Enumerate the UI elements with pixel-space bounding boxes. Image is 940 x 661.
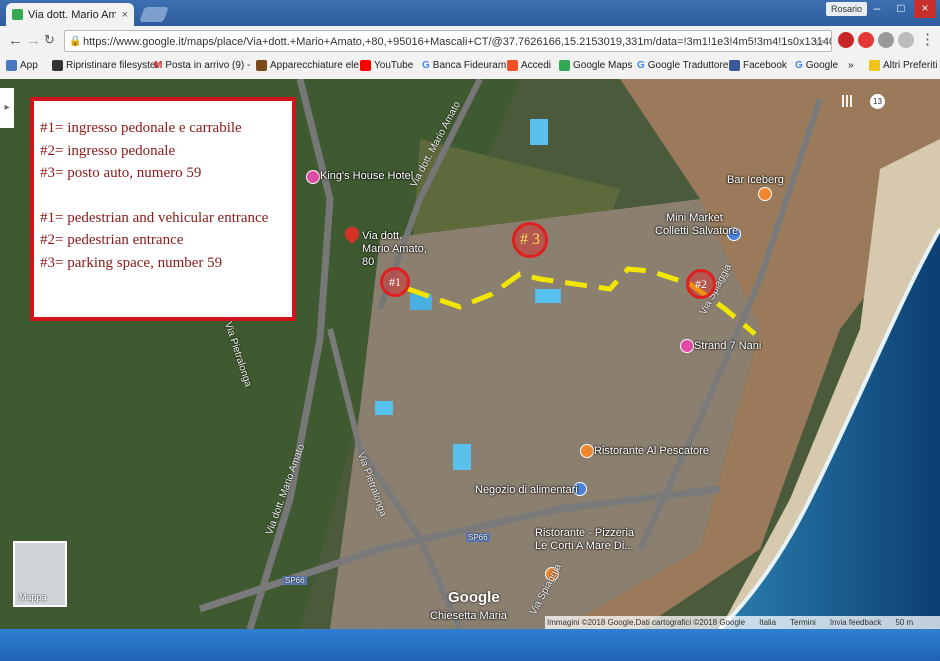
bookmark-item[interactable]: YouTube (360, 60, 413, 71)
bookmark-star-icon[interactable]: ☆ (813, 31, 825, 51)
marker-3: # 3 (512, 222, 548, 258)
user-profile-button[interactable]: Rosario (826, 2, 868, 16)
poi-pizzeria-line2[interactable]: Le Corti A Mare Di... (535, 540, 633, 552)
map-footer: Immagini ©2018 Google,Dati cartografici … (545, 616, 940, 629)
new-tab-button[interactable] (139, 7, 169, 22)
imagery-credit: Immagini ©2018 Google,Dati cartografici … (547, 618, 746, 627)
youtube-icon (360, 60, 371, 71)
google-g-icon: G (422, 60, 430, 71)
bookmark-item[interactable]: M Posta in arrivo (9) - (154, 60, 250, 71)
apps-grid-icon (6, 60, 17, 71)
road-badge: SP66 (283, 576, 307, 585)
bookmark-item[interactable]: Apparecchiature ele (256, 60, 359, 71)
forward-icon[interactable]: → (26, 32, 41, 49)
notification-badge[interactable]: 13 (870, 94, 885, 109)
bookmark-item[interactable]: Google Maps (559, 60, 632, 71)
bookmarks-bar: App Ripristinare filesyster M Posta in ar… (0, 56, 940, 80)
bookmark-icon (52, 60, 63, 71)
gmail-icon: M (154, 60, 163, 71)
reload-icon[interactable]: ↻ (44, 32, 55, 48)
bookmark-folder[interactable]: Altri Preferiti (869, 60, 937, 71)
windows-taskbar (0, 629, 940, 661)
strand-icon[interactable] (680, 339, 694, 353)
bookmark-icon (256, 60, 267, 71)
extension-icon[interactable] (838, 32, 854, 48)
legend-line: #1= pedestrian and vehicular entrance (40, 209, 269, 226)
browser-tab[interactable]: Via dott. Mario Amato, 80 × (6, 3, 134, 26)
bookmark-item[interactable]: G Banca Fideuram (422, 60, 506, 71)
menu-icon[interactable]: ⋮ (920, 30, 935, 48)
google-logo: Google (448, 589, 500, 606)
poi-chiesetta[interactable]: Chiesetta Maria (430, 610, 507, 622)
maps-icon (559, 60, 570, 71)
bar-icon[interactable] (758, 187, 772, 201)
map-type-toggle[interactable]: Mappa (13, 541, 67, 607)
google-g-icon: G (795, 60, 803, 71)
country-link[interactable]: Italia (759, 618, 776, 627)
back-icon[interactable]: ← (8, 32, 23, 49)
legend-line: #3= posto auto, numero 59 (40, 165, 202, 181)
legend-line: #3= parking space, number 59 (40, 254, 223, 271)
feedback-link[interactable]: Invia feedback (830, 618, 882, 627)
legend-line: #2= pedestrian entrance (40, 232, 184, 248)
bookmark-item[interactable]: Accedi (507, 60, 551, 71)
terms-link[interactable]: Termini (790, 618, 816, 627)
url-input[interactable]: 🔒 https://www.google.it/maps/place/Via+d… (64, 30, 832, 52)
bookmark-item[interactable]: G Google Traduttore (637, 60, 728, 71)
bookmark-item[interactable]: Ripristinare filesyster (52, 60, 159, 71)
url-text: https://www.google.it/maps/place/Via+dot… (83, 36, 832, 48)
google-g-icon: G (637, 60, 645, 71)
map-type-label: Mappa (19, 592, 47, 602)
hotel-icon[interactable] (306, 170, 320, 184)
tab-title: Via dott. Mario Amato, 80 (28, 8, 116, 21)
poi-pizzeria-line1[interactable]: Ristorante - Pizzeria (535, 527, 634, 539)
bookmarks-overflow-button[interactable]: » (848, 60, 854, 71)
facebook-icon (729, 60, 740, 71)
bookmark-app[interactable]: App (6, 60, 38, 71)
poi-bar[interactable]: Bar Iceberg (727, 174, 784, 186)
extension-icon[interactable] (858, 32, 874, 48)
poi-hotel[interactable]: King's House Hotel (320, 170, 413, 182)
maps-favicon-icon (12, 9, 23, 20)
folder-icon (869, 60, 880, 71)
microsoft-icon (507, 60, 518, 71)
poi-strand[interactable]: Strand 7 Nani (694, 340, 761, 352)
legend-box: #1= ingresso pedonale e carrabile #2= in… (30, 97, 296, 321)
legend-line: #2= ingresso pedonale (40, 142, 176, 159)
poi-minimarket-line2[interactable]: Colletti Salvatore (655, 225, 738, 237)
camera-icon[interactable] (898, 32, 914, 48)
scale-bar: 50 m (895, 618, 914, 627)
lock-icon: 🔒 (69, 36, 82, 47)
apps-grid-icon[interactable] (842, 95, 854, 107)
pin-label[interactable]: Via dott. Mario Amato, 80 (362, 230, 432, 269)
road-badge: SP66 (466, 533, 490, 542)
bookmark-item[interactable]: Facebook (729, 60, 787, 71)
legend-line: #1= ingresso pedonale e carrabile (40, 120, 242, 136)
tab-close-icon[interactable]: × (122, 9, 128, 21)
toolbar: ← → ↻ 🔒 https://www.google.it/maps/place… (0, 26, 940, 57)
maximize-icon[interactable]: □ (890, 0, 912, 18)
minimize-icon[interactable]: – (866, 0, 888, 18)
close-window-icon[interactable]: × (914, 0, 936, 18)
restaurant-icon[interactable] (580, 444, 594, 458)
browser-titlebar: Via dott. Mario Amato, 80 × Rosario – □ … (0, 0, 940, 26)
map-canvas[interactable]: ▸ #1= ingresso pedonale e carrabile #2= … (0, 79, 940, 629)
extension-icon[interactable] (878, 32, 894, 48)
marker-2: #2 (686, 269, 716, 299)
bookmark-item[interactable]: G Google (795, 60, 838, 71)
marker-1: #1 (380, 267, 410, 297)
collapse-panel-button[interactable]: ▸ (0, 88, 14, 128)
poi-ristorante-pescatore[interactable]: Ristorante Al Pescatore (594, 445, 709, 457)
poi-negozio[interactable]: Negozio di alimentari (475, 484, 578, 496)
poi-minimarket-line1[interactable]: Mini Market (666, 212, 723, 224)
